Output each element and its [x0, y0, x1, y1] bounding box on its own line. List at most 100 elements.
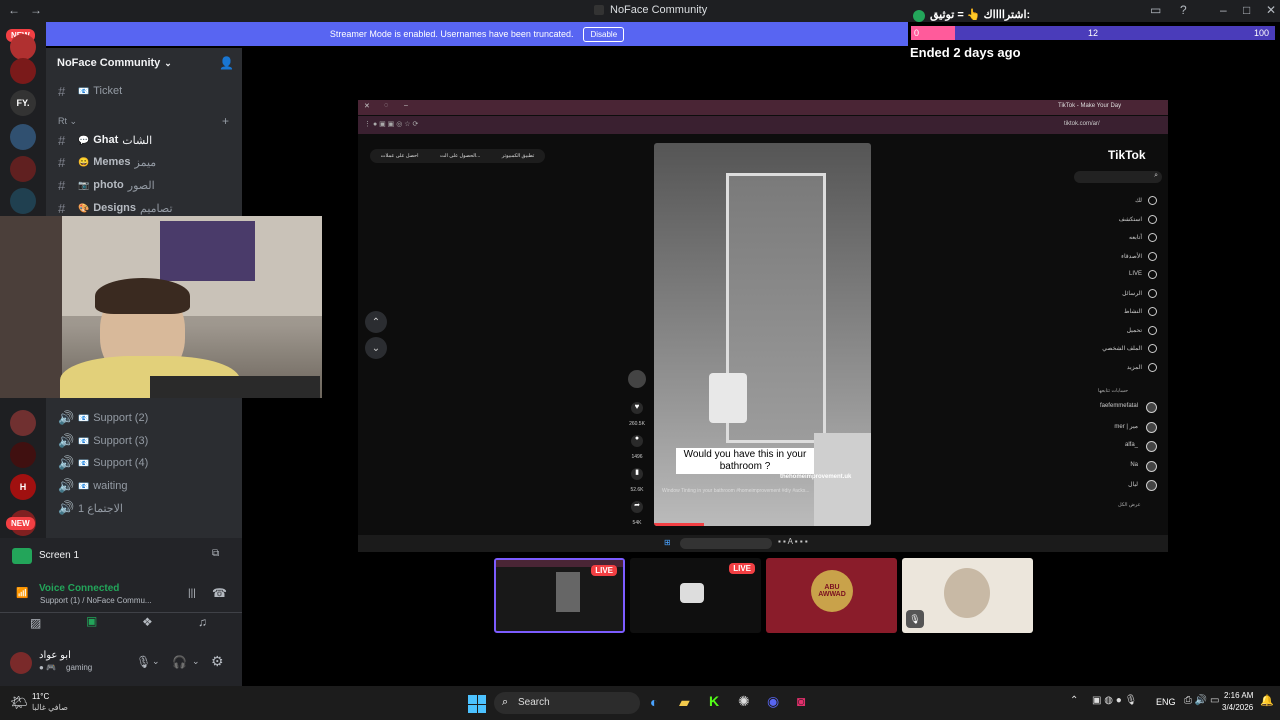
following-avatar[interactable]	[1146, 480, 1157, 491]
chevron-up-icon[interactable]: ⌃	[1070, 695, 1078, 706]
clock-date[interactable]: 3/4/2026	[1222, 703, 1253, 712]
tray-icons[interactable]: ▣ ◍ ● 🎙	[1092, 695, 1137, 706]
soundboard-icon[interactable]: ♫	[198, 615, 207, 629]
restore-icon[interactable]: ◌	[384, 102, 388, 109]
tiktok-logo[interactable]: TikTok	[1108, 148, 1146, 162]
noise-suppression-icon[interactable]: |||	[188, 588, 196, 599]
server-icon[interactable]	[10, 442, 36, 468]
tiktok-nav-icon[interactable]	[1148, 270, 1157, 279]
voice-channel-support-2[interactable]: 🔊 📧 Support (2)	[46, 408, 242, 428]
heart-icon[interactable]: ♥	[631, 402, 643, 414]
forward-arrow-icon[interactable]: →	[30, 3, 42, 17]
notification-bell-icon[interactable]: 🔔	[1260, 694, 1274, 707]
tiktok-nav-icon[interactable]	[1148, 214, 1157, 224]
tiktok-nav-icon[interactable]	[1148, 251, 1157, 261]
back-arrow-icon[interactable]: ←	[8, 3, 20, 17]
channel-memes[interactable]: # 😀 Memes ميمز	[46, 152, 242, 172]
server-icon[interactable]	[10, 124, 36, 150]
tiktok-nav-label[interactable]: LIVE	[1090, 271, 1142, 277]
tiktok-nav-icon[interactable]	[1148, 325, 1157, 335]
following-avatar[interactable]	[1146, 441, 1157, 452]
avatar[interactable]	[10, 652, 32, 674]
voice-channel-waiting[interactable]: 🔊 📧 waiting	[46, 476, 242, 496]
participant-tile-abu-awwad[interactable]: ABU AWWAD	[766, 558, 897, 633]
channel-designs[interactable]: # 🎨 Designs تصاميم	[46, 198, 242, 218]
comment-icon[interactable]: ●	[631, 435, 643, 447]
following-account[interactable]: mer | مير	[1082, 423, 1138, 430]
voice-channel-meeting[interactable]: 🔊 1 الاجتماع	[46, 498, 242, 518]
server-icon[interactable]	[10, 188, 36, 214]
tiktok-nav-icon[interactable]	[1148, 196, 1157, 205]
tiktok-nav-label[interactable]: أتابعه	[1090, 234, 1142, 241]
popout-icon[interactable]: ⧉	[212, 548, 219, 559]
weather-icon[interactable]: 🌤	[10, 694, 28, 711]
disable-streamer-mode-button[interactable]: Disable	[583, 26, 625, 42]
stream-thumbnail-2[interactable]: LIVE	[630, 558, 761, 633]
voice-channel-support-3[interactable]: 🔊 📧 Support (3)	[46, 431, 242, 451]
close-icon[interactable]: ✕	[1266, 3, 1276, 17]
chevron-down-icon[interactable]: ⌄	[365, 337, 387, 359]
edge-icon[interactable]: ◐	[650, 694, 658, 710]
tiktok-nav-icon[interactable]	[1148, 233, 1157, 242]
network-sound-icons[interactable]: ⎙ 🔊 ▭	[1184, 695, 1219, 706]
category-header[interactable]: Rt ⌄	[58, 116, 77, 127]
participant-tile-user[interactable]: 🎙	[902, 558, 1033, 633]
bookmark-icon[interactable]: ▮	[631, 468, 643, 480]
tiktok-nav-label[interactable]: الملف الشخصي	[1090, 345, 1142, 352]
following-avatar[interactable]	[1146, 460, 1157, 472]
pill-coins[interactable]: احصل على عملات	[381, 153, 419, 159]
tiktok-nav-icon[interactable]	[1148, 344, 1157, 353]
tiktok-nav-label[interactable]: الرسائل	[1090, 290, 1142, 297]
chevron-up-icon[interactable]: ⌃	[365, 311, 387, 333]
clock-time[interactable]: 2:16 AM	[1224, 691, 1253, 700]
browser-tab-title[interactable]: TikTok - Make Your Day	[1058, 103, 1121, 109]
help-icon[interactable]: ?	[1180, 3, 1187, 17]
server-header[interactable]: NoFace Community ⌄ 👤	[46, 48, 242, 78]
tiktok-nav-label[interactable]: الأصدقاء	[1090, 253, 1142, 260]
server-icon[interactable]	[10, 156, 36, 182]
browser-url[interactable]: tiktok.com/ar/	[1064, 121, 1100, 127]
following-account[interactable]: alfa_	[1082, 442, 1138, 448]
headphones-icon[interactable]: 🎧	[172, 655, 187, 669]
tiktok-nav-label[interactable]: لك	[1090, 197, 1142, 204]
following-account[interactable]: faefemmefatal	[1082, 403, 1138, 409]
channel-photo[interactable]: # 📷 photo الصور	[46, 175, 242, 195]
add-member-icon[interactable]: 👤	[219, 56, 234, 70]
tiktok-nav-label[interactable]: تحميل	[1090, 327, 1142, 334]
see-more-link[interactable]: عرض الكل	[1118, 502, 1141, 508]
close-icon[interactable]: ✕	[364, 102, 370, 110]
disconnect-icon[interactable]: ☎	[212, 586, 227, 600]
activities-icon[interactable]: ❖	[142, 615, 153, 629]
minimize-icon[interactable]: –	[1220, 3, 1227, 17]
tiktok-nav-icon[interactable]	[1148, 288, 1157, 298]
creator-avatar[interactable]	[628, 370, 646, 388]
following-account[interactable]: Na	[1082, 462, 1138, 468]
share-icon[interactable]: ➦	[631, 501, 643, 513]
microphone-icon[interactable]: 🎙	[136, 655, 151, 669]
camera-off-icon[interactable]: ▨	[30, 616, 41, 630]
server-icon[interactable]: FY.	[10, 90, 36, 116]
server-icon[interactable]	[10, 410, 36, 436]
voice-channel-support-4[interactable]: 🔊 📧 Support (4)	[46, 453, 242, 473]
minimize-icon[interactable]: –	[404, 102, 408, 109]
tiktok-search[interactable]: ⌕	[1074, 171, 1162, 183]
taskbar-search[interactable]: ⌕ Search	[494, 692, 640, 714]
channel-ghat[interactable]: # 💬 Ghat الشات	[46, 130, 242, 150]
following-account[interactable]: ليال	[1082, 481, 1138, 488]
chevron-down-icon[interactable]: ⌄	[192, 656, 200, 667]
server-icon[interactable]: H	[10, 474, 36, 500]
windows-start-icon[interactable]	[468, 695, 486, 713]
file-explorer-icon[interactable]: ▰	[679, 694, 690, 711]
maximize-icon[interactable]: □	[1243, 3, 1250, 17]
video-username[interactable]: thehomeimprovement.uk	[780, 474, 851, 480]
server-icon[interactable]	[10, 34, 36, 60]
kick-icon[interactable]: K	[709, 693, 719, 709]
tiktok-nav-label[interactable]: المزيد	[1090, 364, 1142, 371]
tiktok-nav-icon[interactable]	[1148, 362, 1157, 372]
screen-share-button-icon[interactable]: ▣	[86, 614, 97, 628]
inbox-icon[interactable]: ▭	[1150, 3, 1161, 17]
pill-get[interactable]: الحصول على الت...	[440, 153, 480, 159]
instagram-icon[interactable]: ◙	[797, 693, 805, 709]
tiktok-nav-label[interactable]: النشاط	[1090, 308, 1142, 315]
chevron-down-icon[interactable]: ⌄	[152, 656, 160, 667]
